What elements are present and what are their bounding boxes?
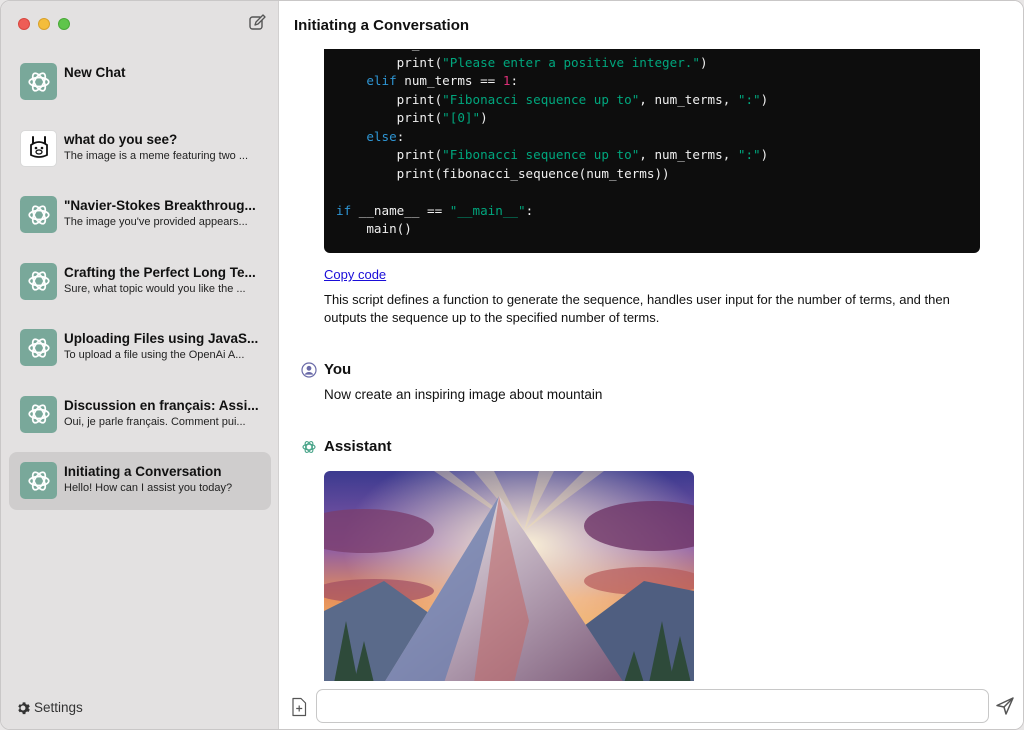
message-composer: [279, 681, 1023, 729]
user-message-header: You: [301, 361, 351, 378]
user-message-text: Now create an inspiring image about moun…: [324, 387, 603, 402]
assistant-explanation-text: This script defines a function to genera…: [324, 292, 950, 325]
chat-item-preview: Oui, je parle français. Comment pui...: [64, 415, 246, 428]
chat-item-title: what do you see?: [64, 131, 178, 147]
generated-mountain-image: [324, 471, 694, 683]
settings-button[interactable]: Settings: [16, 700, 83, 715]
chat-item-preview: To upload a file using the OpenAi A...: [64, 349, 245, 361]
settings-label: Settings: [34, 700, 83, 715]
chat-item[interactable]: Crafting the Perfect Long Te... Sure, wha…: [9, 253, 271, 311]
conversation-header: Initiating a Conversation: [279, 1, 1023, 49]
openai-logo-icon: [20, 63, 57, 100]
conversation-title: Initiating a Conversation: [294, 17, 470, 34]
user-role-label: You: [324, 361, 352, 378]
minimize-window-button[interactable]: [38, 18, 50, 30]
openai-logo-icon: [20, 462, 57, 499]
close-window-button[interactable]: [18, 18, 30, 30]
chat-item[interactable]: Uploading Files using JavaS... To upload …: [9, 319, 271, 377]
chat-item-title: Crafting the Perfect Long Te...: [64, 264, 256, 280]
copy-code-link[interactable]: Copy code: [324, 267, 386, 282]
llama-avatar-icon: [20, 129, 57, 167]
main-panel: if num_terms <= 0: print("Please enter a…: [279, 1, 1023, 729]
message-input[interactable]: [316, 689, 989, 723]
chat-item-preview: Hello! How can I assist you today?: [64, 482, 233, 494]
chat-item[interactable]: what do you see? The image is a meme feat…: [9, 120, 271, 178]
openai-logo-icon: [20, 395, 57, 433]
openai-logo-icon: [302, 440, 316, 453]
openai-logo-icon: [20, 196, 57, 233]
chat-item-title: Discussion en français: Assi...: [64, 397, 259, 413]
chat-item-title: "Navier-Stokes Breakthroug...: [64, 198, 256, 213]
chat-item-preview: Sure, what topic would you like the ...: [64, 282, 246, 295]
chat-list: New Chat what do you see? The image is a m…: [9, 53, 271, 519]
chat-item[interactable]: New Chat: [9, 53, 271, 111]
zoom-window-button[interactable]: [58, 18, 70, 30]
new-chat-compose-icon[interactable]: [248, 14, 266, 32]
attach-file-icon[interactable]: [291, 697, 307, 717]
window-controls: [18, 18, 70, 30]
chat-item[interactable]: "Navier-Stokes Breakthroug... The image y…: [9, 186, 271, 244]
send-icon[interactable]: [995, 696, 1015, 716]
code-block: if num_terms <= 0: print("Please enter a…: [324, 49, 980, 253]
chat-item-preview: The image you've provided appears...: [64, 216, 248, 228]
chat-item-title: New Chat: [64, 65, 126, 80]
user-avatar-icon: [301, 361, 317, 378]
assistant-role-label: Assistant: [324, 438, 392, 455]
chat-item-title: Uploading Files using JavaS...: [64, 331, 259, 346]
chat-item-preview: The image is a meme featuring two ...: [64, 149, 249, 162]
assistant-message-header: Assistant: [301, 438, 392, 455]
sidebar: New Chat what do you see? The image is a m…: [1, 1, 279, 729]
gear-icon: [18, 701, 30, 714]
chat-item-title: Initiating a Conversation: [64, 464, 222, 479]
app-window: New Chat what do you see? The image is a m…: [0, 0, 1024, 730]
code-content: if num_terms <= 0: print("Please enter a…: [336, 49, 769, 236]
chat-item[interactable]: Initiating a Conversation Hello! How can …: [9, 452, 271, 510]
openai-logo-icon: [20, 329, 57, 366]
openai-logo-icon: [20, 262, 57, 300]
chat-item[interactable]: Discussion en français: Assi... Oui, je p…: [9, 386, 271, 444]
